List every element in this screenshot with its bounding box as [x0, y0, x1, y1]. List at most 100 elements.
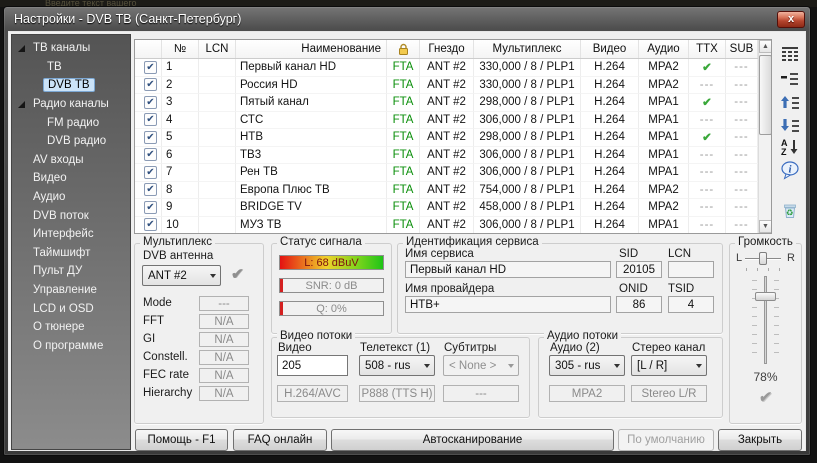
scrollbar-thumb[interactable]	[759, 55, 772, 135]
sidebar-item[interactable]: FM радио	[12, 113, 130, 132]
header-encryption[interactable]	[387, 40, 420, 58]
cell-mux: 298,000 / 8 / PLP1	[474, 94, 581, 112]
help-button[interactable]: Помощь - F1	[135, 429, 228, 451]
header-audio[interactable]: Аудио	[639, 40, 689, 58]
header-sub[interactable]: SUB	[726, 40, 758, 58]
scroll-down-icon[interactable]: ▼	[759, 220, 772, 233]
channel-checkbox[interactable]: ✔	[144, 201, 157, 214]
recycle-bin-icon[interactable]: ♻	[780, 200, 802, 222]
video-pid-input[interactable]	[277, 355, 348, 376]
cell-num: 2	[162, 77, 199, 95]
balance-right-label: R	[787, 252, 795, 264]
remove-channel-icon[interactable]	[780, 69, 802, 91]
sidebar-item[interactable]: AV входы	[12, 151, 130, 170]
volume-percent: 78%	[730, 370, 801, 384]
move-down-icon[interactable]	[780, 116, 802, 138]
stereo-select[interactable]: [L / R]	[631, 355, 707, 376]
cell-sub: ---	[726, 164, 758, 182]
table-row[interactable]: ✔ 3 Пятый канал FTA ANT #2 298,000 / 8 /…	[135, 94, 771, 112]
tsid-label: TSID	[668, 283, 694, 295]
channel-checkbox[interactable]: ✔	[144, 218, 157, 231]
header-num[interactable]: №	[162, 40, 199, 58]
cell-access: FTA	[387, 182, 420, 200]
subtitles-select[interactable]: < None >	[443, 355, 519, 376]
cell-name: ТВ3	[236, 147, 387, 165]
table-row[interactable]: ✔ 6 ТВ3 FTA ANT #2 306,000 / 8 / PLP1 H.…	[135, 147, 771, 165]
cell-sub: ---	[726, 59, 758, 77]
channel-checkbox[interactable]: ✔	[144, 78, 157, 91]
cell-audio: MPA2	[639, 59, 689, 77]
header-name[interactable]: Наименование	[236, 40, 387, 58]
channel-toolbar: AZ i ♻	[778, 32, 804, 242]
onid-value: 86	[616, 296, 662, 313]
cell-lcn	[199, 164, 236, 182]
table-row[interactable]: ✔ 10 МУЗ ТВ FTA ANT #2 306,000 / 8 / PLP…	[135, 217, 771, 235]
header-socket[interactable]: Гнездо	[420, 40, 474, 58]
tree-expander-icon[interactable]	[18, 45, 25, 52]
channel-checkbox[interactable]: ✔	[144, 113, 157, 126]
volume-thumb[interactable]	[755, 292, 776, 301]
autoscan-button[interactable]: Автосканирование	[331, 429, 614, 451]
sidebar-item[interactable]: Видео	[12, 169, 130, 188]
sidebar-item[interactable]: DVB поток	[12, 206, 130, 225]
table-row[interactable]: ✔ 9 BRIDGE TV FTA ANT #2 458,000 / 8 / P…	[135, 199, 771, 217]
sidebar-item[interactable]: Таймшифт	[12, 244, 130, 263]
window-title: Настройки - DVB ТВ (Санкт-Петербург)	[14, 12, 241, 26]
table-row[interactable]: ✔ 7 Рен ТВ FTA ANT #2 306,000 / 8 / PLP1…	[135, 164, 771, 182]
sidebar-item[interactable]: Интерфейс	[12, 225, 130, 244]
channel-checkbox[interactable]: ✔	[144, 61, 157, 74]
close-dialog-button[interactable]: Закрыть	[718, 429, 802, 451]
scroll-up-icon[interactable]: ▲	[759, 40, 772, 53]
header-mux[interactable]: Мультиплекс	[474, 40, 581, 58]
header-ttx[interactable]: TTX	[689, 40, 726, 58]
sidebar-item[interactable]: О тюнере	[12, 318, 130, 337]
antenna-select[interactable]: ANT #2	[142, 265, 221, 286]
teletext-select[interactable]: 508 - rus	[359, 355, 435, 376]
sidebar-item[interactable]: Пульт ДУ	[12, 262, 130, 281]
table-row[interactable]: ✔ 5 НТВ FTA ANT #2 298,000 / 8 / PLP1 H.…	[135, 129, 771, 147]
header-lcn[interactable]: LCN	[199, 40, 236, 58]
channel-checkbox[interactable]: ✔	[144, 183, 157, 196]
cell-num: 1	[162, 59, 199, 77]
provider-label: Имя провайдера	[405, 283, 494, 295]
sidebar-item[interactable]: ТВ каналы	[12, 39, 130, 58]
sidebar-item[interactable]: О программе	[12, 337, 130, 356]
cell-sub: ---	[726, 112, 758, 130]
channel-checkbox[interactable]: ✔	[144, 131, 157, 144]
balance-thumb[interactable]	[759, 252, 767, 265]
cell-name: СТС	[236, 112, 387, 130]
faq-button[interactable]: FAQ онлайн	[233, 429, 327, 451]
channel-checkbox[interactable]: ✔	[144, 148, 157, 161]
table-row[interactable]: ✔ 8 Европа Плюс ТВ FTA ANT #2 754,000 / …	[135, 182, 771, 200]
cell-num: 3	[162, 94, 199, 112]
service-id-title: Идентификация сервиса	[403, 236, 542, 248]
titlebar[interactable]: Настройки - DVB ТВ (Санкт-Петербург) x	[4, 7, 810, 31]
cell-video: H.264	[581, 129, 639, 147]
header-video[interactable]: Видео	[581, 40, 639, 58]
sort-az-icon[interactable]: AZ	[780, 137, 802, 159]
settings-window: Настройки - DVB ТВ (Санкт-Петербург) x Т…	[3, 6, 811, 456]
cell-access: FTA	[387, 147, 420, 165]
sidebar-item[interactable]: Радио каналы	[12, 95, 130, 114]
sidebar-item[interactable]: ТВ	[12, 58, 130, 77]
cell-ttx: ---	[689, 147, 726, 165]
close-button[interactable]: x	[777, 11, 805, 28]
table-row[interactable]: ✔ 2 Россия HD FTA ANT #2 330,000 / 8 / P…	[135, 77, 771, 95]
sidebar-item[interactable]: Аудио	[12, 188, 130, 207]
channel-checkbox[interactable]: ✔	[144, 166, 157, 179]
move-up-icon[interactable]	[780, 93, 802, 115]
sidebar-item[interactable]: DVB ТВ	[12, 76, 130, 95]
sidebar-item[interactable]: LCD и OSD	[12, 299, 130, 318]
channel-info-icon[interactable]: i	[780, 160, 802, 182]
cell-socket: ANT #2	[420, 94, 474, 112]
table-row[interactable]: ✔ 1 Первый канал HD FTA ANT #2 330,000 /…	[135, 59, 771, 77]
channel-list-icon[interactable]	[780, 44, 802, 66]
table-scrollbar[interactable]: ▲ ▼	[758, 40, 771, 233]
volume-slider[interactable]	[764, 276, 767, 364]
tree-expander-icon[interactable]	[18, 101, 25, 108]
audio-select[interactable]: 305 - rus	[549, 355, 625, 376]
channel-checkbox[interactable]: ✔	[144, 96, 157, 109]
sidebar-item[interactable]: DVB радио	[12, 132, 130, 151]
table-row[interactable]: ✔ 4 СТС FTA ANT #2 306,000 / 8 / PLP1 H.…	[135, 112, 771, 130]
sidebar-item[interactable]: Управление	[12, 281, 130, 300]
